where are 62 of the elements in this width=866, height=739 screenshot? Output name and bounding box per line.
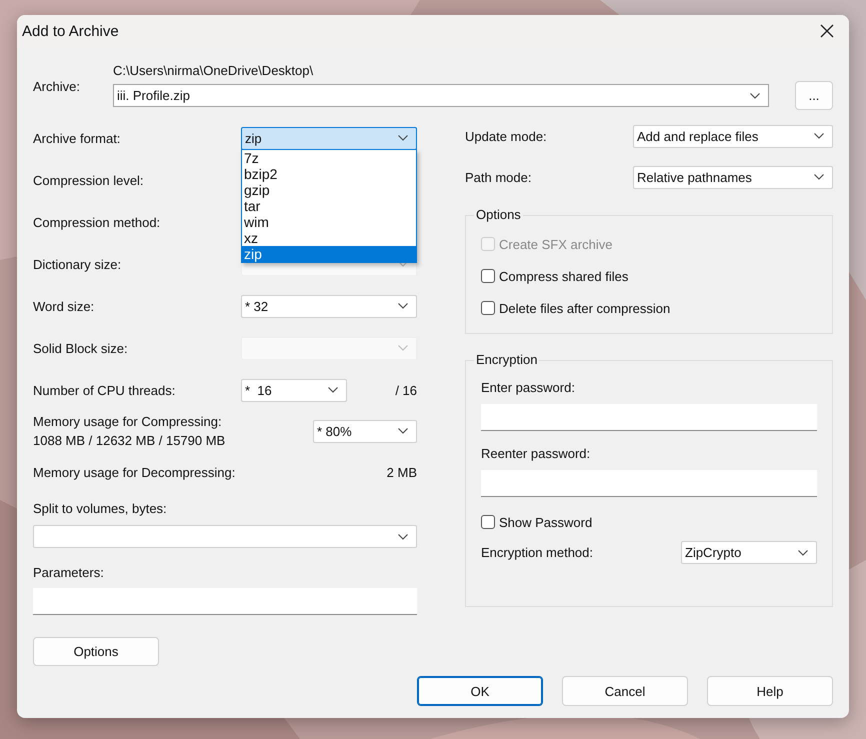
options-button[interactable]: Options [33,637,159,666]
thread-count: / 16 [394,382,417,398]
memory-value: 2 MB [386,464,417,480]
field-label: Enter password: [481,380,576,395]
group-title: Options [474,207,523,223]
chevron-icon [814,174,824,180]
field-label: Update mode: [465,128,547,144]
dropdown-option[interactable]: wim [242,214,416,230]
window-title: Add to Archive [22,22,119,40]
dropdown-option[interactable]: xz [242,230,416,246]
field-label: Word size: [33,298,94,314]
field-label: Compression method: [33,214,160,230]
dropdown[interactable]: * 80% [313,420,417,442]
chevron-icon [398,303,408,309]
chevron-icon [798,550,808,556]
field-label: Compression level: [33,172,144,188]
field-label: Dictionary size: [33,256,122,272]
checkbox[interactable]: Delete files after compression [481,299,670,317]
field-label: Archive: [33,78,81,94]
chevron-icon [398,261,408,267]
checkbox[interactable]: Compress shared files [481,267,628,285]
field-label: Number of CPU threads: [33,382,176,398]
password-field[interactable] [481,470,817,497]
archive-path: C:\Users\nirma\OneDrive\Desktop\ [113,63,314,79]
chevron-icon [398,428,408,434]
field-label: Path mode: [465,170,532,184]
field-label: Archive format: [33,130,120,146]
field-label: Solid Block size: [33,340,128,356]
dropdown[interactable]: * 16 [241,378,347,402]
dropdown-option[interactable]: 7z [242,150,416,166]
field-label: Memory usage for Decompressing: [33,464,236,480]
parameters-field[interactable] [33,588,417,615]
path-mode-dropdown[interactable]: Relative pathnames [633,166,833,188]
dropdown[interactable]: * 32 [241,294,417,318]
group-title: Encryption [474,352,540,368]
chevron-icon [814,133,824,139]
chevron-icon [750,92,760,98]
archive-format-dropdown[interactable]: zip [241,126,417,150]
chevron-icon [398,345,408,351]
chevron-icon [398,534,408,540]
chevron-icon [398,135,408,141]
memory-usage-text: 1088 MB / 12632 MB / 15790 MB [33,433,226,448]
chevron-icon [328,387,338,393]
checkbox[interactable]: Show Password [481,513,817,531]
close-icon[interactable] [820,24,834,38]
field-label: Parameters: [33,565,105,580]
update-mode-dropdown[interactable]: Add and replace files [633,124,833,148]
browse-button[interactable]: ... [795,81,833,110]
encryption-method-dropdown[interactable]: ZipCrypto [681,541,817,564]
dropdown-option[interactable]: bzip2 [242,166,416,182]
field-label: Split to volumes, bytes: [33,501,168,516]
field-label: Encryption method: [481,545,594,560]
dialog-button[interactable]: OK [417,676,543,706]
dropdown-option[interactable]: tar [242,198,416,214]
archive-name-dropdown[interactable]: iii. Profile.zip [113,84,769,107]
dropdown-option[interactable]: gzip [242,182,416,198]
field-label: Memory usage for Compressing: [33,414,223,429]
dialog-button[interactable]: Help [707,676,833,706]
field-label: Reenter password: [481,446,592,461]
dialog-button[interactable]: Cancel [562,676,688,706]
dropdown-option[interactable]: zip [242,246,416,262]
password-field[interactable] [481,404,817,431]
